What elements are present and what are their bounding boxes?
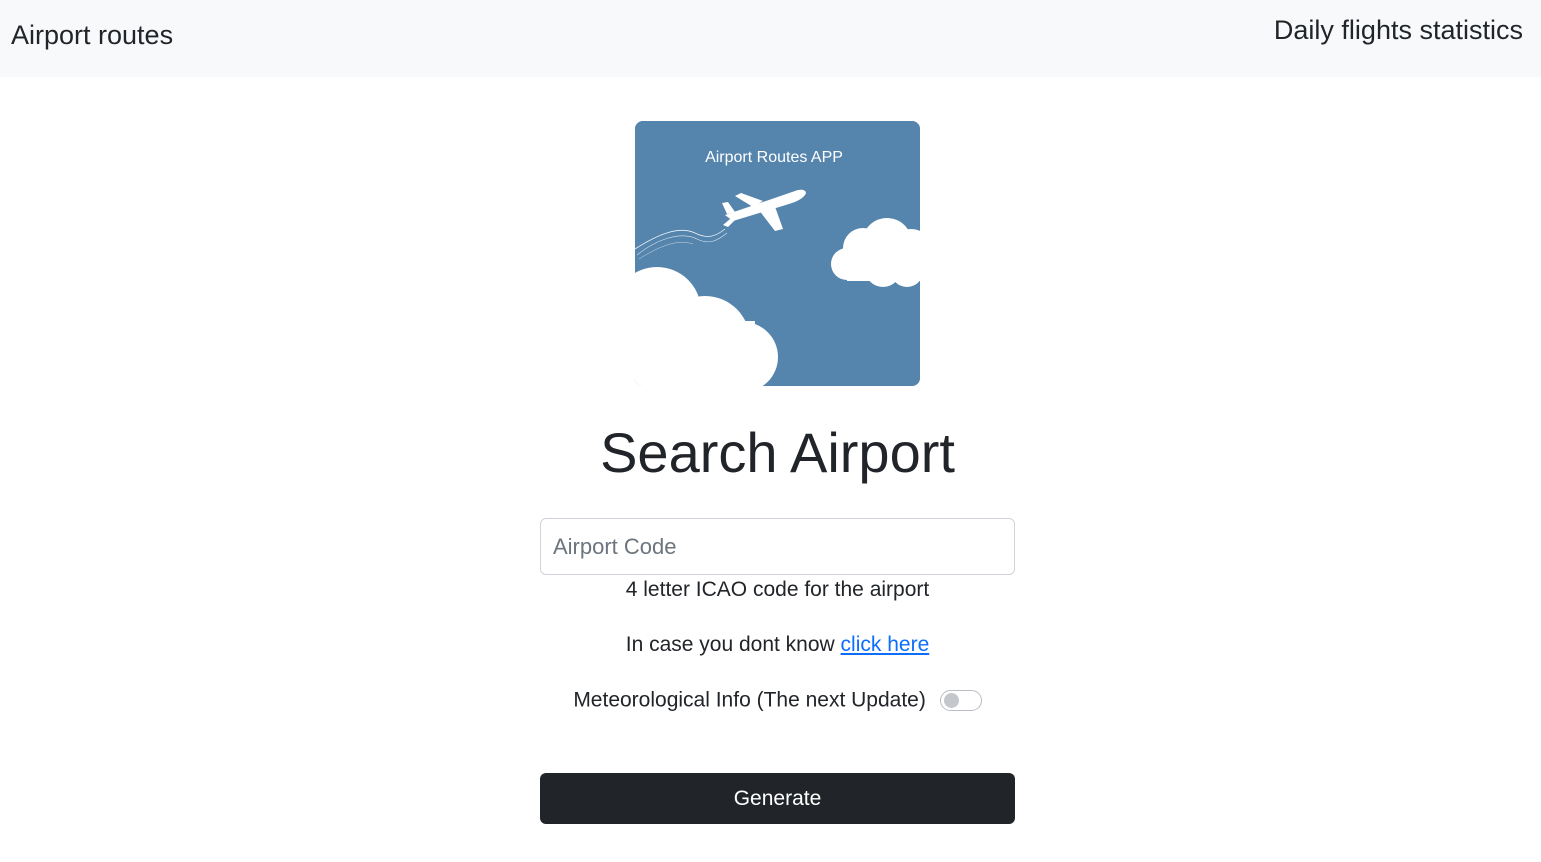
meteorological-info-toggle[interactable] <box>939 689 982 711</box>
brand-link[interactable]: Airport routes <box>11 20 173 51</box>
meteorological-info-row: Meteorological Info (The next Update) <box>540 688 1015 712</box>
hint-line: In case you dont know click here <box>540 633 1015 657</box>
click-here-link[interactable]: click here <box>841 633 930 656</box>
app-logo: Airport Routes APP <box>635 121 920 386</box>
hint-prefix: In case you dont know <box>625 633 835 656</box>
airport-code-input[interactable] <box>540 518 1015 575</box>
airport-code-help-text: 4 letter ICAO code for the airport <box>625 578 930 601</box>
page-title: Search Airport <box>600 421 955 484</box>
daily-flights-statistics-link[interactable]: Daily flights statistics <box>1274 15 1523 46</box>
generate-button[interactable]: Generate <box>540 773 1015 824</box>
navbar: Airport routes Daily flights statistics <box>0 0 1541 77</box>
logo-title: Airport Routes APP <box>705 149 843 166</box>
meteorological-info-label: Meteorological Info (The next Update) <box>573 688 926 712</box>
toggle-knob <box>943 692 959 708</box>
